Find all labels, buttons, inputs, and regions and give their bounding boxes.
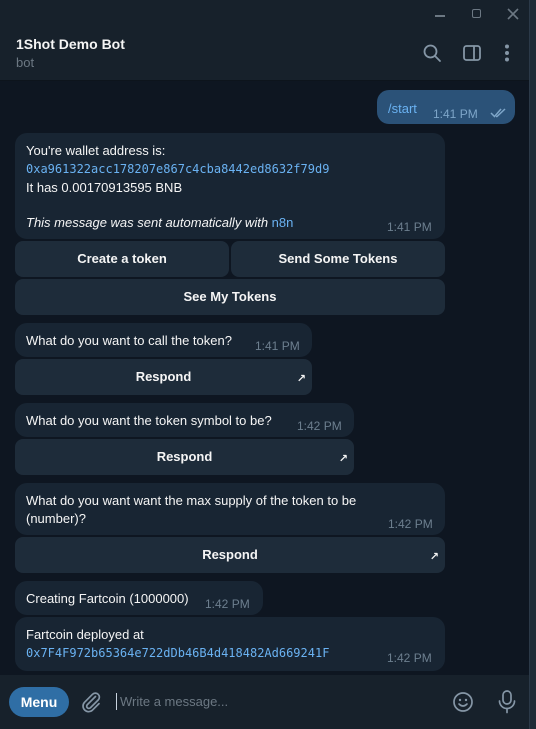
more-vertical-icon[interactable] <box>496 42 518 64</box>
message-time: 1:41 PM <box>387 220 432 234</box>
incoming-message[interactable]: What do you want want the max supply of … <box>15 483 445 535</box>
double-check-icon <box>490 108 506 118</box>
message-text: What do you want want the max supply of … <box>26 493 357 508</box>
message-input-placeholder: Write a message... <box>120 694 229 709</box>
sidebar-toggle-icon[interactable] <box>461 42 483 64</box>
auto-message-note: This message was sent automatically with… <box>26 215 293 230</box>
close-icon <box>507 8 519 20</box>
message-time: 1:41 PM <box>433 107 478 121</box>
incoming-message[interactable]: You're wallet address is: 0xa961322acc17… <box>15 133 445 239</box>
wallet-balance: It has 0.00170913595 BNB <box>26 180 183 195</box>
message-text: What do you want to call the token? <box>26 333 232 348</box>
send-tokens-label: Send Some Tokens <box>278 251 398 266</box>
open-arrow-icon: ↗ <box>338 453 348 465</box>
chat-title: 1Shot Demo Bot <box>16 36 125 52</box>
message-time: 1:42 PM <box>387 651 432 665</box>
message-time: 1:41 PM <box>255 339 300 353</box>
send-tokens-button[interactable]: Send Some Tokens <box>231 241 445 277</box>
minimize-icon <box>435 15 445 17</box>
incoming-message[interactable]: Creating Fartcoin (1000000) 1:42 PM <box>15 581 263 615</box>
message-text: Creating Fartcoin (1000000) <box>26 591 189 606</box>
incoming-message[interactable]: Fartcoin deployed at 0x7F4F972b65364e722… <box>15 617 445 671</box>
create-token-button[interactable]: Create a token <box>15 241 229 277</box>
n8n-link[interactable]: n8n <box>272 215 294 230</box>
telegram-window: 1Shot Demo Bot bot /start 1:41 PM You're… <box>0 0 530 729</box>
message-text: What do you want the token symbol to be? <box>26 413 272 428</box>
open-arrow-icon: ↗ <box>429 551 439 563</box>
respond-label: Respond <box>156 449 213 464</box>
contract-address[interactable]: 0x7F4F972b65364e722dDb46B4d418482Ad66924… <box>26 646 329 660</box>
respond-label: Respond <box>202 547 258 562</box>
create-token-label: Create a token <box>77 251 167 266</box>
chat-header[interactable]: 1Shot Demo Bot bot <box>0 28 529 81</box>
outgoing-message[interactable]: /start 1:41 PM <box>377 90 515 124</box>
wallet-address[interactable]: 0xa961322acc178207e867c4cba8442ed8632f79… <box>26 162 329 176</box>
message-time: 1:42 PM <box>297 419 342 433</box>
attach-icon[interactable] <box>79 690 103 714</box>
message-composer: Menu Write a message... <box>0 675 529 729</box>
open-arrow-icon: ↗ <box>296 373 306 385</box>
message-text-continued: (number)? <box>26 511 86 526</box>
incoming-message[interactable]: What do you want the token symbol to be?… <box>15 403 354 437</box>
respond-button[interactable]: Respond ↗ <box>15 359 312 395</box>
maximize-icon <box>472 9 481 18</box>
message-time: 1:42 PM <box>388 517 433 531</box>
see-tokens-label: See My Tokens <box>183 289 277 304</box>
chat-status: bot <box>16 55 35 70</box>
respond-label: Respond <box>135 369 192 384</box>
title-bar <box>0 0 529 28</box>
message-time: 1:42 PM <box>205 597 250 611</box>
respond-button[interactable]: Respond ↗ <box>15 537 445 573</box>
message-list[interactable]: /start 1:41 PM You're wallet address is:… <box>0 81 529 675</box>
message-text: Fartcoin deployed at <box>26 627 144 642</box>
respond-button[interactable]: Respond ↗ <box>15 439 354 475</box>
message-input[interactable]: Write a message... <box>116 690 416 714</box>
incoming-message[interactable]: What do you want to call the token? 1:41… <box>15 323 312 357</box>
minimize-button[interactable] <box>431 5 449 23</box>
text-caret <box>116 693 117 710</box>
auto-message-text: This message was sent automatically with <box>26 215 272 230</box>
command-text[interactable]: /start <box>388 101 417 116</box>
microphone-icon[interactable] <box>496 689 518 715</box>
emoji-icon[interactable] <box>451 690 475 714</box>
maximize-button[interactable] <box>468 5 486 23</box>
see-tokens-button[interactable]: See My Tokens <box>15 279 445 315</box>
wallet-line: You're wallet address is: <box>26 143 166 158</box>
menu-button[interactable]: Menu <box>9 687 69 717</box>
search-icon[interactable] <box>421 42 443 64</box>
close-button[interactable] <box>504 5 522 23</box>
